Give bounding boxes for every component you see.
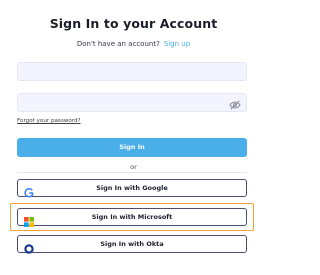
or-separator: or — [130, 163, 137, 171]
sign-in-okta-label: Sign In with Okta — [100, 240, 164, 248]
eye-off-icon[interactable] — [229, 96, 241, 110]
page-title: Sign In to your Account — [49, 16, 218, 31]
sign-in-microsoft-label: Sign In with Microsoft — [91, 213, 173, 221]
divider — [17, 172, 247, 173]
password-field[interactable] — [17, 93, 247, 112]
sign-in-microsoft-button[interactable]: Sign In with Microsoft — [17, 208, 247, 227]
sign-in-okta-button[interactable]: Sign In with Okta — [17, 235, 247, 254]
sign-in-button[interactable]: Sign In — [17, 138, 247, 157]
signup-prompt: Don't have an account? Sign up — [0, 40, 267, 48]
sign-in-google-button[interactable]: Sign In with Google — [17, 179, 247, 198]
forgot-password-link[interactable]: Forgot your password? — [17, 118, 80, 124]
email-field[interactable] — [17, 62, 247, 81]
signup-link[interactable]: Sign up — [164, 40, 190, 48]
signup-prompt-text: Don't have an account? — [76, 40, 160, 48]
sign-in-google-label: Sign In with Google — [96, 184, 168, 192]
